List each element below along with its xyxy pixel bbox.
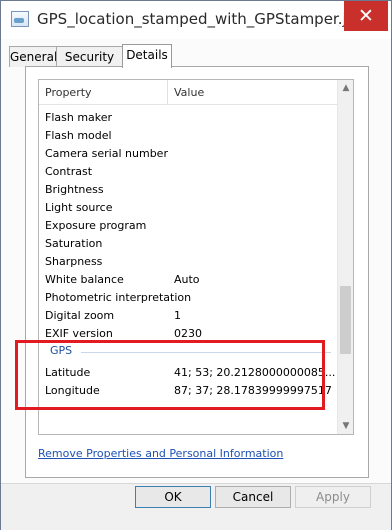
list-row[interactable]: Exposure program	[39, 217, 337, 235]
list-row[interactable]: Saturation	[39, 235, 337, 253]
remove-properties-link[interactable]: Remove Properties and Personal Informati…	[38, 447, 283, 460]
property-rows: Flash maker Flash model Camera serial nu…	[39, 109, 337, 343]
property-name: EXIF version	[45, 327, 113, 340]
property-value: Auto	[174, 273, 200, 286]
list-row[interactable]: White balance Auto	[39, 271, 337, 289]
list-row[interactable]: Digital zoom 1	[39, 307, 337, 325]
property-name: Photometric interpretation	[45, 291, 192, 304]
list-row[interactable]: Sharpness	[39, 253, 337, 271]
dialog-buttons: OK Cancel Apply	[1, 483, 391, 530]
property-name: Contrast	[45, 165, 93, 178]
list-row[interactable]: Flash maker	[39, 109, 337, 127]
cancel-button[interactable]: Cancel	[215, 486, 291, 508]
property-value: 1	[174, 309, 181, 322]
properties-window: GPS_location_stamped_with_GPStamper.jpg …	[0, 0, 392, 530]
property-name: Light source	[45, 201, 113, 214]
property-name: Brightness	[45, 183, 104, 196]
column-separator[interactable]	[167, 80, 168, 104]
tab-details[interactable]: Details	[122, 44, 172, 68]
ok-button[interactable]: OK	[135, 486, 211, 508]
image-file-icon	[11, 11, 29, 27]
list-row[interactable]: Camera serial number	[39, 145, 337, 163]
details-panel: Property Value Flash maker Flash model C…	[25, 66, 369, 478]
window-title: GPS_location_stamped_with_GPStamper.jpg …	[37, 10, 385, 28]
property-value: 0230	[174, 327, 202, 340]
property-name: Flash maker	[45, 111, 113, 124]
list-row[interactable]: Light source	[39, 199, 337, 217]
close-button[interactable]: ✕	[344, 1, 388, 31]
property-name: Exposure program	[45, 219, 147, 232]
column-header-property[interactable]: Property	[45, 86, 92, 99]
property-name: Flash model	[45, 129, 112, 142]
tab-general[interactable]: General	[9, 46, 57, 67]
scroll-up-arrow-icon[interactable]: ▲	[338, 80, 353, 96]
list-row[interactable]: Photometric interpretation	[39, 289, 337, 307]
tab-security[interactable]: Security	[56, 46, 123, 67]
property-name: White balance	[45, 273, 124, 286]
gps-highlight-box	[15, 340, 325, 410]
property-name: Digital zoom	[45, 309, 115, 322]
column-header-value[interactable]: Value	[174, 86, 204, 99]
list-header: Property Value	[39, 80, 337, 105]
vertical-scrollbar[interactable]: ▲ ▼	[337, 80, 353, 434]
list-row[interactable]: Flash model	[39, 127, 337, 145]
scroll-thumb[interactable]	[340, 286, 351, 354]
list-row[interactable]: Contrast	[39, 163, 337, 181]
list-row[interactable]: Brightness	[39, 181, 337, 199]
property-name: Saturation	[45, 237, 103, 250]
property-name: Camera serial number	[45, 147, 168, 160]
title-bar: GPS_location_stamped_with_GPStamper.jpg …	[1, 1, 391, 39]
apply-button[interactable]: Apply	[295, 486, 371, 508]
property-name: Sharpness	[45, 255, 103, 268]
scroll-down-arrow-icon[interactable]: ▼	[338, 418, 353, 434]
